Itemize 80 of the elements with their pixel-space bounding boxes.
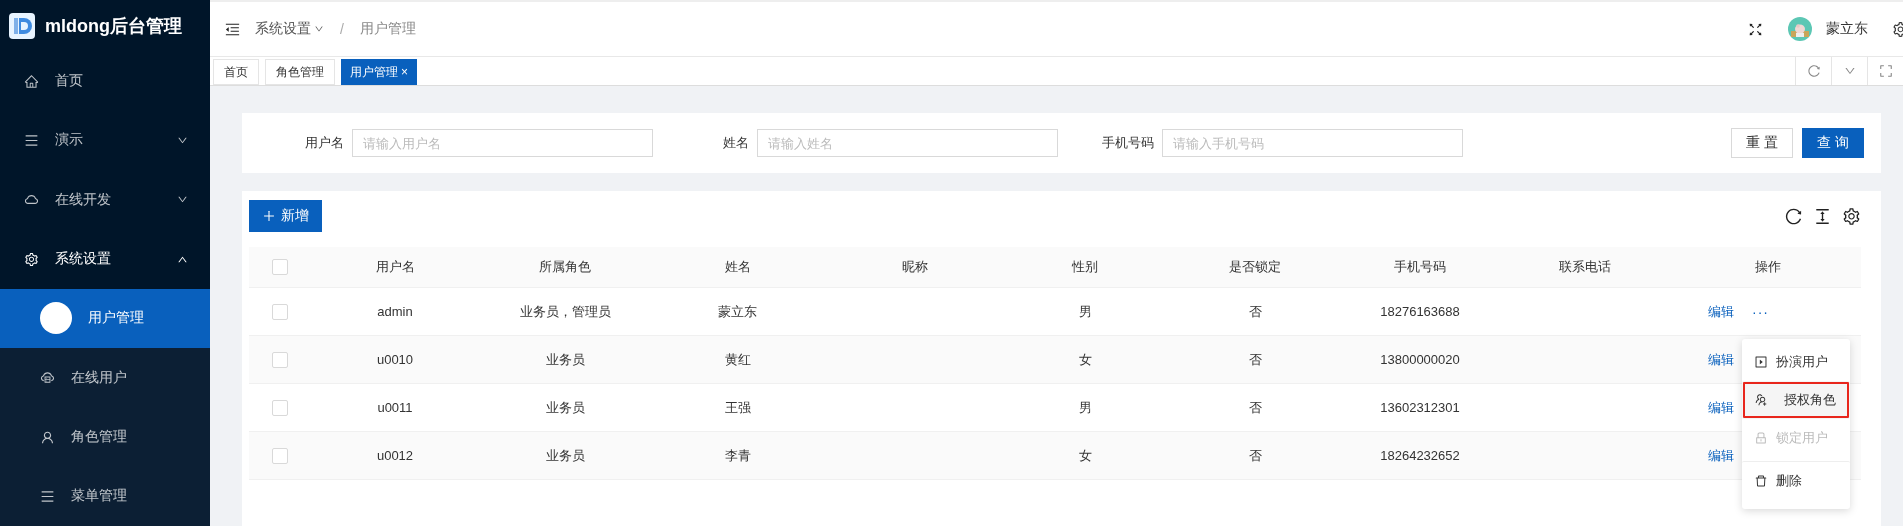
user-icon	[40, 429, 55, 445]
select-all-checkbox[interactable]	[271, 259, 288, 275]
chevron-down-icon	[314, 24, 324, 34]
query-button[interactable]: 查 询	[1802, 128, 1864, 158]
home-icon	[24, 73, 39, 89]
add-button[interactable]: 新增	[249, 200, 322, 232]
page-tab[interactable]: 角色管理	[265, 59, 335, 85]
menu-item[interactable]: 删除	[1742, 461, 1850, 499]
user-name[interactable]: 蒙立东	[1826, 20, 1868, 38]
menu-item[interactable]: 扮演用户	[1742, 343, 1850, 381]
plus-icon	[262, 209, 276, 223]
sidebar-item[interactable]: 在线用户	[0, 348, 210, 408]
user-add-icon	[1754, 393, 1768, 407]
chevron-down-icon	[1843, 65, 1856, 77]
logo-icon	[9, 12, 35, 39]
column-header: 用户名	[310, 247, 480, 288]
edit-link[interactable]: 编辑	[1708, 398, 1734, 417]
search-field[interactable]: 请输入姓名	[756, 129, 1058, 157]
row-checkbox[interactable]	[271, 303, 288, 320]
column-header: 所属角色	[480, 247, 650, 288]
table-cell: u0010	[310, 336, 480, 384]
row-checkbox[interactable]	[271, 351, 288, 368]
edit-link[interactable]: 编辑	[1708, 446, 1734, 465]
column-height-icon[interactable]	[1813, 206, 1832, 226]
table-cell: 女	[1005, 432, 1165, 480]
field-label: 手机号码	[1100, 134, 1154, 152]
page-tab[interactable]: 首页	[213, 59, 259, 85]
edit-link[interactable]: 编辑	[1708, 350, 1734, 369]
sidebar-item[interactable]: 菜单管理	[0, 466, 210, 526]
column-header: 手机号码	[1345, 247, 1495, 288]
settings-icon[interactable]	[1842, 206, 1861, 226]
field-label: 姓名	[721, 134, 749, 152]
breadcrumb-item[interactable]: 系统设置	[255, 20, 324, 38]
edit-link[interactable]: 编辑	[1708, 302, 1734, 321]
play-icon	[1754, 355, 1768, 369]
column-header: 操作	[1675, 247, 1861, 288]
sidebar-item[interactable]: 演示	[0, 110, 210, 171]
search-field[interactable]: 请输入手机号码	[1161, 129, 1463, 157]
reset-button[interactable]: 重 置	[1731, 128, 1794, 158]
lock-icon	[1754, 431, 1768, 445]
search-field[interactable]: 请输入用户名	[351, 129, 653, 157]
table-cell: 黄红	[650, 336, 825, 384]
circle-icon	[40, 302, 72, 335]
table-cell: 女	[1005, 336, 1165, 384]
settings-icon	[24, 251, 39, 267]
column-header: 是否锁定	[1165, 247, 1345, 288]
close-icon[interactable]: ×	[401, 65, 408, 79]
table-cell: 否	[1165, 432, 1345, 480]
refresh-icon[interactable]	[1784, 206, 1803, 226]
sidebar-item[interactable]: 首页	[0, 51, 210, 111]
column-header: 昵称	[825, 247, 1005, 288]
breadcrumb-item[interactable]: 用户管理	[359, 20, 416, 38]
column-header: 姓名	[650, 247, 825, 288]
more-link[interactable]: ···	[1752, 303, 1769, 320]
column-header: 联系电话	[1495, 247, 1675, 288]
sidebar-item[interactable]: 系统设置	[0, 229, 210, 289]
table-cell: 18264232652	[1345, 432, 1495, 480]
row-checkbox[interactable]	[271, 399, 288, 416]
row-checkbox[interactable]	[271, 447, 288, 464]
lines-icon	[24, 132, 39, 148]
menu-item[interactable]: 授权角色	[1742, 381, 1850, 419]
table-cell: 业务员	[480, 432, 650, 480]
menu-icon	[40, 488, 55, 504]
breadcrumb-separator: /	[340, 21, 344, 37]
sidebar-item[interactable]: 在线开发	[0, 170, 210, 230]
cloud-icon	[40, 370, 55, 386]
column-header: 性别	[1005, 247, 1165, 288]
trash-icon	[1754, 473, 1768, 488]
field-label: 用户名	[303, 134, 344, 152]
table-cell: 业务员	[480, 336, 650, 384]
sidebar-item[interactable]: 角色管理	[0, 407, 210, 467]
app-title: mldong后台管理	[45, 14, 182, 38]
sidebar-item[interactable]: 用户管理	[0, 288, 210, 349]
expand-icon	[1878, 64, 1893, 78]
refresh-icon	[1806, 64, 1821, 78]
table-cell: 13800000020	[1345, 336, 1495, 384]
page-tab[interactable]: 用户管理 ×	[341, 59, 417, 85]
table-cell: u0012	[310, 432, 480, 480]
table-cell: 李青	[650, 432, 825, 480]
table-cell: 否	[1165, 336, 1345, 384]
